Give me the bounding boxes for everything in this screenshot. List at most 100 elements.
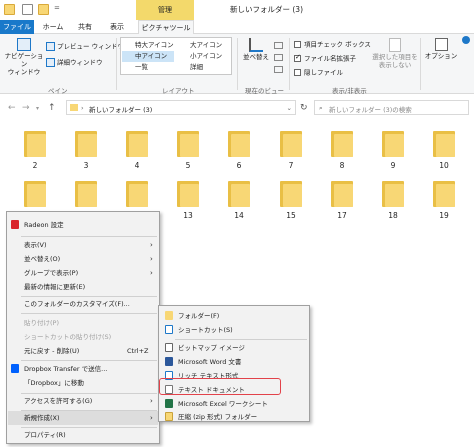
layout-list[interactable]: 一覧 bbox=[122, 62, 174, 73]
folder-icon[interactable] bbox=[228, 131, 250, 157]
folder-icon[interactable] bbox=[382, 181, 404, 207]
folder-icon[interactable] bbox=[177, 181, 199, 207]
options-button[interactable]: オプション bbox=[424, 38, 458, 61]
layout-small-icons[interactable]: 小アイコン bbox=[177, 51, 229, 62]
folder-icon[interactable] bbox=[126, 181, 148, 207]
folder-label: 19 bbox=[439, 211, 449, 220]
hide-selected-icon bbox=[389, 38, 401, 52]
layout-large-icons[interactable]: 大アイコン bbox=[177, 40, 229, 51]
hidden-items-option[interactable]: 隠しファイル bbox=[294, 69, 343, 77]
hidden-items-checkbox[interactable] bbox=[294, 69, 301, 76]
folder-icon[interactable] bbox=[75, 181, 97, 207]
tab-share[interactable]: 共有 bbox=[72, 20, 98, 34]
size-columns-icon[interactable] bbox=[274, 66, 283, 73]
submenu-item-bitmap[interactable]: ビットマップ イメージ bbox=[178, 341, 306, 355]
submenu-item-folder[interactable]: フォルダー(F) bbox=[178, 309, 306, 323]
layout-details[interactable]: 詳細 bbox=[177, 62, 229, 73]
current-view-group-label: 現在のビュー bbox=[245, 87, 284, 95]
back-arrow-icon[interactable]: ← bbox=[8, 103, 16, 113]
tab-view[interactable]: 表示 bbox=[102, 20, 132, 34]
folder-icon[interactable] bbox=[433, 181, 455, 207]
menu-item-paste[interactable]: 貼り付け(P) bbox=[24, 316, 154, 330]
up-arrow-icon[interactable]: ↑ bbox=[48, 103, 56, 113]
folder-icon[interactable] bbox=[433, 131, 455, 157]
folder-label: 9 bbox=[390, 161, 396, 170]
menu-item-paste-shortcut[interactable]: ショートカットの貼り付け(S) bbox=[24, 330, 154, 344]
menu-separator bbox=[175, 339, 307, 340]
item-checkboxes-checkbox[interactable] bbox=[294, 41, 301, 48]
folder-icon[interactable] bbox=[331, 181, 353, 207]
pane-group-label: ペイン bbox=[48, 87, 68, 95]
forward-arrow-icon[interactable]: → bbox=[22, 103, 30, 113]
preview-pane-button[interactable]: プレビュー ウィンドウ bbox=[46, 42, 124, 51]
menu-item-properties[interactable]: プロパティ(R) bbox=[24, 428, 154, 442]
search-input[interactable]: ⌕ 新しいフォルダー (3)の検索 bbox=[314, 100, 469, 115]
submenu-item-excel[interactable]: Microsoft Excel ワークシート bbox=[178, 397, 306, 411]
folder-icon[interactable] bbox=[4, 4, 15, 15]
folder-icon[interactable] bbox=[75, 131, 97, 157]
folder-label: 7 bbox=[288, 161, 294, 170]
folder-icon[interactable] bbox=[24, 181, 46, 207]
folder-icon[interactable] bbox=[126, 131, 148, 157]
submenu-arrow-icon: › bbox=[150, 241, 153, 249]
folder-label: 8 bbox=[339, 161, 345, 170]
tab-picture-tools[interactable]: ピクチャツール bbox=[138, 20, 194, 35]
menu-item-radeon-settings[interactable]: Radeon 設定 bbox=[24, 218, 154, 232]
file-extensions-checkbox[interactable] bbox=[294, 53, 301, 62]
recent-locations-icon[interactable]: ▾ bbox=[36, 105, 39, 112]
folder-icon[interactable] bbox=[280, 181, 302, 207]
group-separator bbox=[116, 38, 117, 90]
folder-icon[interactable] bbox=[280, 131, 302, 157]
help-icon[interactable] bbox=[462, 36, 470, 44]
menu-item-dropbox-transfer[interactable]: Dropbox Transfer で送信... bbox=[24, 362, 154, 376]
menu-item-group-by[interactable]: グループで表示(P) bbox=[24, 266, 154, 280]
address-input[interactable]: › 新しいフォルダー (3) ⌄ bbox=[66, 100, 296, 115]
submenu-item-word[interactable]: Microsoft Word 文書 bbox=[178, 355, 306, 369]
folder-label: 13 bbox=[183, 211, 193, 220]
breadcrumb[interactable]: 新しいフォルダー (3) bbox=[89, 104, 152, 114]
undo-shortcut-label: Ctrl+Z bbox=[127, 347, 149, 355]
folder-label: 6 bbox=[236, 161, 242, 170]
menu-item-refresh[interactable]: 最新の情報に更新(E) bbox=[24, 280, 154, 294]
menu-item-customize-folder[interactable]: このフォルダーのカスタマイズ(F)... bbox=[24, 297, 154, 311]
folder-icon[interactable] bbox=[382, 131, 404, 157]
submenu-item-zip-folder[interactable]: 圧縮 (zip 形式) フォルダー bbox=[178, 410, 306, 424]
submenu-item-shortcut[interactable]: ショートカット(S) bbox=[178, 323, 306, 337]
menu-item-move-to-dropbox[interactable]: 「Dropbox」に移動 bbox=[24, 376, 154, 390]
submenu-arrow-icon: › bbox=[150, 255, 153, 263]
folder-label: 3 bbox=[83, 161, 89, 170]
quick-access-dropdown[interactable]: = bbox=[54, 4, 60, 12]
layout-extra-large-icons[interactable]: 特大アイコン bbox=[122, 40, 174, 51]
file-extensions-option[interactable]: ファイル名拡張子 bbox=[294, 53, 356, 63]
ribbon-panel: ナビゲーション ウィンドウ プレビュー ウィンドウ 詳細ウィンドウ ペイン 特大… bbox=[0, 34, 474, 95]
add-columns-icon[interactable] bbox=[274, 54, 283, 61]
layout-group-label: レイアウト bbox=[162, 87, 195, 95]
show-hide-group-label: 表示/非表示 bbox=[332, 87, 367, 95]
menu-item-view[interactable]: 表示(V) bbox=[24, 238, 154, 252]
sort-by-button[interactable]: 並べ替え bbox=[242, 38, 270, 62]
address-bar-row: ← → ▾ ↑ › 新しいフォルダー (3) ⌄ ↻ ⌕ 新しいフォルダー (3… bbox=[0, 95, 474, 123]
item-checkboxes-option[interactable]: 項目チェック ボックス bbox=[294, 41, 371, 49]
tab-home[interactable]: ホーム bbox=[38, 20, 68, 34]
menu-item-undo-delete[interactable]: 元に戻す - 削除(U) bbox=[24, 344, 124, 358]
folder-icon[interactable] bbox=[24, 131, 46, 157]
details-pane-button[interactable]: 詳細ウィンドウ bbox=[46, 58, 103, 67]
folder-icon[interactable] bbox=[228, 181, 250, 207]
radeon-icon bbox=[11, 220, 19, 229]
menu-item-sort-by[interactable]: 並べ替え(O) bbox=[24, 252, 154, 266]
tab-file[interactable]: ファイル bbox=[0, 20, 34, 34]
address-dropdown-icon[interactable]: ⌄ bbox=[287, 104, 292, 112]
group-by-icon[interactable] bbox=[274, 42, 283, 49]
new-folder-icon[interactable] bbox=[38, 4, 49, 15]
folder-icon[interactable] bbox=[331, 131, 353, 157]
layout-medium-icons[interactable]: 中アイコン bbox=[122, 51, 174, 62]
refresh-icon[interactable]: ↻ bbox=[300, 103, 308, 113]
menu-item-new[interactable]: 新規作成(X) bbox=[8, 411, 158, 425]
search-icon: ⌕ bbox=[319, 104, 323, 112]
hide-selected-button[interactable]: 選択した項目を 表示しない bbox=[370, 38, 420, 70]
folder-icon[interactable] bbox=[177, 131, 199, 157]
navigation-pane-button[interactable]: ナビゲーション ウィンドウ bbox=[4, 38, 44, 76]
properties-icon[interactable] bbox=[22, 4, 33, 15]
menu-item-give-access[interactable]: アクセスを許可する(G) bbox=[24, 394, 154, 408]
menu-separator bbox=[21, 313, 157, 314]
